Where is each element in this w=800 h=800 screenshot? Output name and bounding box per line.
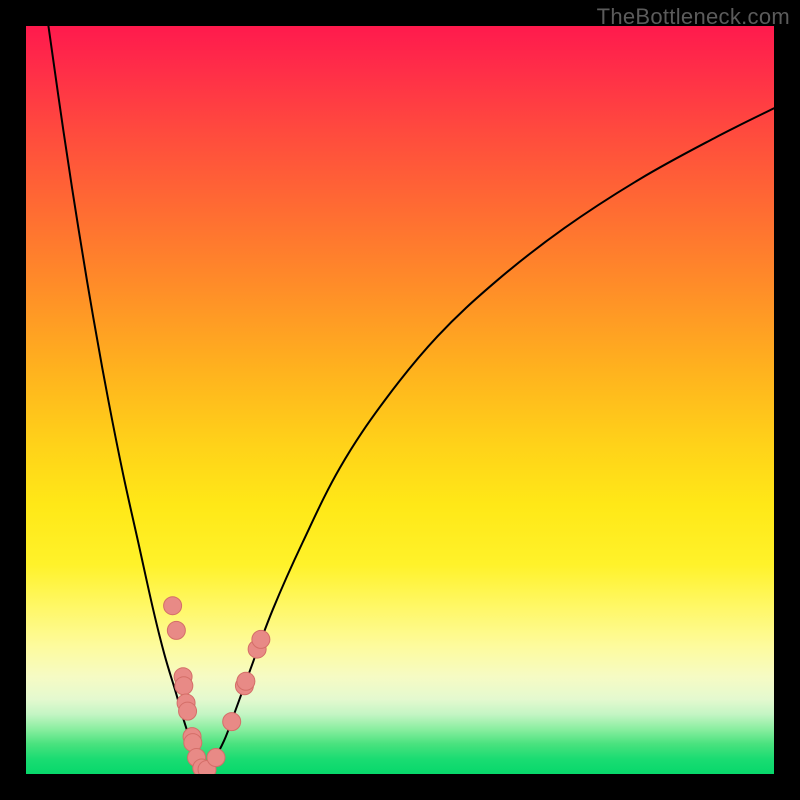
data-point [252, 630, 270, 648]
data-point [207, 749, 225, 767]
chart-svg-layer [26, 26, 774, 774]
bottleneck-curve-left [48, 26, 204, 770]
data-point [237, 672, 255, 690]
data-point-markers [164, 597, 270, 774]
data-point [179, 702, 197, 720]
data-point [167, 621, 185, 639]
curve-group [48, 26, 774, 770]
bottleneck-curve-right [204, 108, 774, 769]
watermark-text: TheBottleneck.com [597, 4, 790, 30]
data-point [223, 713, 241, 731]
chart-frame: TheBottleneck.com [0, 0, 800, 800]
data-point [175, 677, 193, 695]
data-point [164, 597, 182, 615]
plot-area [26, 26, 774, 774]
